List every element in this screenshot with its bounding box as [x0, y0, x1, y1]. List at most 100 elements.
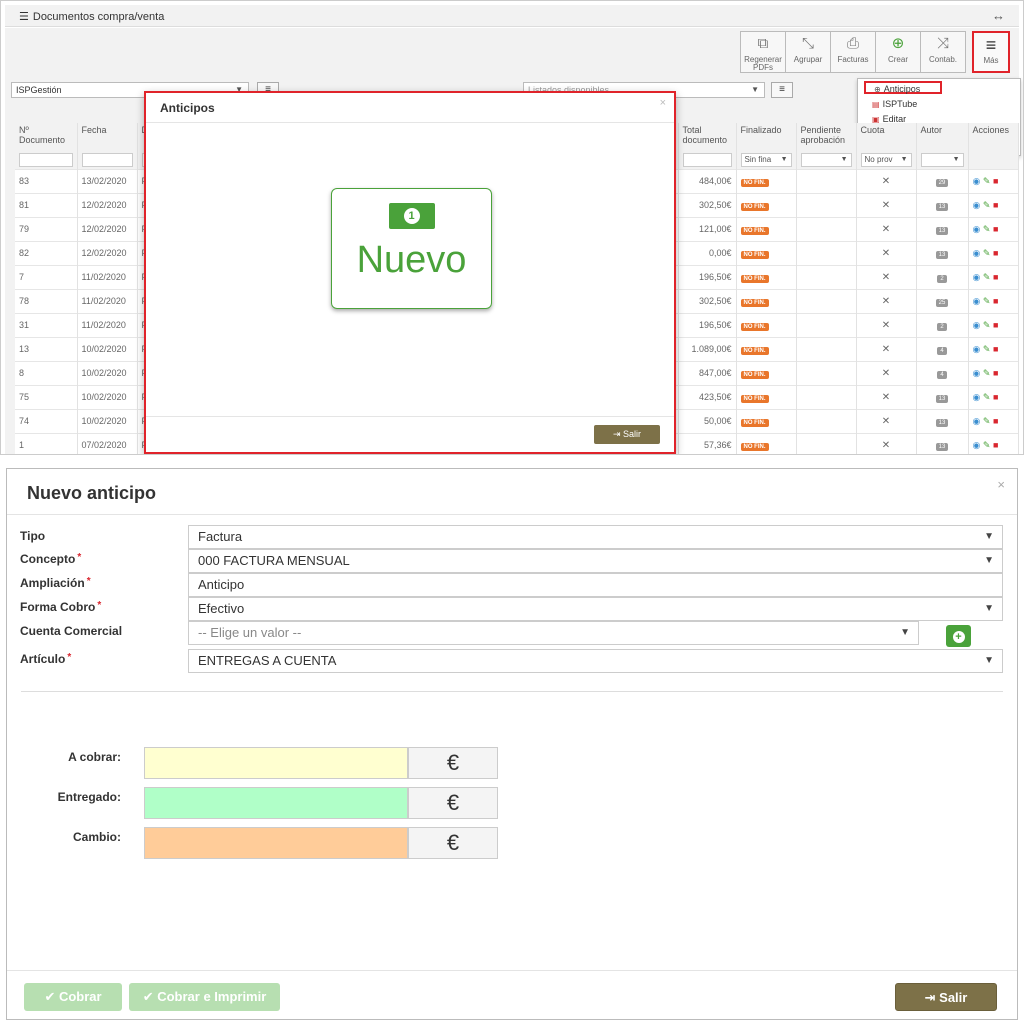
col-fecha[interactable]: Fecha [77, 123, 138, 151]
delete-icon[interactable]: ■ [993, 344, 998, 354]
delete-icon[interactable]: ■ [993, 176, 998, 186]
view-icon[interactable]: ◉ [973, 248, 981, 258]
divider [7, 514, 1017, 515]
concepto-select[interactable]: 000 FACTURA MENSUAL ▼ [188, 549, 1003, 573]
delete-icon[interactable]: ■ [993, 224, 998, 234]
tipo-select[interactable]: Factura ▼ [188, 525, 1003, 549]
edit-icon[interactable]: ✎ [983, 368, 991, 378]
cuota-x-icon: ✕ [856, 264, 917, 289]
view-icon[interactable]: ◉ [973, 200, 981, 210]
filter-n-documento[interactable] [19, 152, 73, 167]
cell-total: 50,00€ [678, 408, 737, 433]
filter-pendiente[interactable]: ▼ [800, 152, 852, 167]
col-pendiente-aprobacion[interactable]: Pendiente aprobación [796, 123, 857, 151]
nuevo-anticipo-card[interactable]: 1 Nuevo [331, 188, 492, 309]
status-badge: NO FIN. [740, 323, 769, 331]
entregado-input[interactable] [144, 787, 408, 819]
forma-cobro-select[interactable]: Efectivo ▼ [188, 597, 1003, 621]
menu-item-anticipos[interactable]: ⊕ Anticipos [864, 81, 942, 94]
view-icon[interactable]: ◉ [973, 416, 981, 426]
filter-finalizado[interactable]: Sin fina ▼ [740, 152, 792, 167]
panel-title: Documentos compra/venta [32, 11, 165, 23]
listados-menu-button[interactable]: ≡ [771, 82, 793, 98]
filter-autor[interactable]: ▼ [920, 152, 964, 167]
close-icon[interactable]: × [660, 97, 666, 109]
dialog-title: Nuevo anticipo [27, 483, 157, 503]
filter-cuota[interactable]: No prov ▼ [860, 152, 912, 167]
delete-icon[interactable]: ■ [993, 440, 998, 450]
delete-icon[interactable]: ■ [993, 320, 998, 330]
filter-fecha[interactable] [81, 152, 133, 167]
euro-addon: € [408, 747, 498, 779]
delete-icon[interactable]: ■ [993, 200, 998, 210]
cell-total: 847,00€ [678, 360, 737, 385]
edit-icon[interactable]: ✎ [983, 224, 991, 234]
edit-icon[interactable]: ✎ [983, 320, 991, 330]
delete-icon[interactable]: ■ [993, 416, 998, 426]
cobrar-button[interactable]: ✔ Cobrar [24, 983, 122, 1011]
cell-total: 57,36€ [678, 432, 737, 454]
edit-icon[interactable]: ✎ [983, 176, 991, 186]
filter-total[interactable] [682, 152, 732, 167]
edit-icon[interactable]: ✎ [983, 440, 991, 450]
cell-fecha: 07/02/2020 [77, 432, 138, 454]
cell-n: 13 [15, 336, 78, 361]
status-badge: NO FIN. [740, 179, 769, 187]
view-icon[interactable]: ◉ [973, 296, 981, 306]
edit-icon[interactable]: ✎ [983, 272, 991, 282]
cuenta-comercial-select[interactable]: -- Elige un valor -- ▼ [188, 621, 919, 645]
col-n-documento[interactable]: Nº Documento [15, 123, 78, 151]
a-cobrar-input[interactable] [144, 747, 408, 779]
cell-total: 121,00€ [678, 216, 737, 241]
close-icon[interactable]: × [997, 477, 1005, 492]
edit-icon[interactable]: ✎ [983, 296, 991, 306]
cuota-x-icon: ✕ [856, 384, 917, 409]
col-cuota[interactable]: Cuota [856, 123, 917, 151]
edit-icon[interactable]: ✎ [983, 392, 991, 402]
cobrar-imprimir-button[interactable]: ✔ Cobrar e Imprimir [129, 983, 280, 1011]
view-icon[interactable]: ◉ [973, 392, 981, 402]
facturas-button[interactable]: ⎙ Facturas [830, 31, 876, 73]
edit-icon[interactable]: ✎ [983, 200, 991, 210]
delete-icon[interactable]: ■ [993, 392, 998, 402]
edit-icon[interactable]: ✎ [983, 416, 991, 426]
view-icon[interactable]: ◉ [973, 176, 981, 186]
col-autor[interactable]: Autor [916, 123, 969, 151]
pdf-icon: ⎙ [846, 35, 859, 52]
view-icon[interactable]: ◉ [973, 272, 981, 282]
articulo-select[interactable]: ENTREGAS A CUENTA ▼ [188, 649, 1003, 673]
delete-icon[interactable]: ■ [993, 272, 998, 282]
contab-button[interactable]: ⤨ Contab. [920, 31, 966, 73]
view-icon[interactable]: ◉ [973, 368, 981, 378]
agrupar-button[interactable]: ⤡ Agrupar [785, 31, 831, 73]
edit-icon[interactable]: ✎ [983, 248, 991, 258]
salir-button[interactable]: ⇥ Salir [594, 425, 660, 444]
delete-icon[interactable]: ■ [993, 368, 998, 378]
add-cuenta-button[interactable]: + [946, 625, 971, 647]
view-icon[interactable]: ◉ [973, 320, 981, 330]
chevron-down-icon: ▼ [984, 655, 994, 666]
col-finalizado[interactable]: Finalizado [736, 123, 797, 151]
view-icon[interactable]: ◉ [973, 344, 981, 354]
author-badge: 13 [935, 226, 949, 235]
salir-button[interactable]: ⇥ Salir [895, 983, 997, 1011]
view-icon[interactable]: ◉ [973, 224, 981, 234]
status-badge: NO FIN. [740, 347, 769, 355]
edit-icon[interactable]: ✎ [983, 344, 991, 354]
divider [21, 691, 1003, 692]
mas-button[interactable]: ≡ Más [972, 31, 1010, 73]
view-icon[interactable]: ◉ [973, 440, 981, 450]
cambio-input[interactable] [144, 827, 408, 859]
entregado-label: Entregado: [57, 790, 121, 804]
ampliacion-input[interactable]: Anticipo [188, 573, 1003, 597]
cell-n: 81 [15, 192, 78, 217]
regenerar-pdfs-button[interactable]: ⧉ Regenerar PDFs [740, 31, 786, 73]
expand-icon[interactable]: ↔ [992, 8, 1005, 23]
author-badge: 4 [937, 346, 947, 355]
delete-icon[interactable]: ■ [993, 296, 998, 306]
menu-item-isptube[interactable]: ▤ ISPTube [872, 98, 917, 111]
delete-icon[interactable]: ■ [993, 248, 998, 258]
crear-button[interactable]: ⊕ Crear [875, 31, 921, 73]
cuota-x-icon: ✕ [856, 408, 917, 433]
col-total-documento[interactable]: Total documento [678, 123, 737, 151]
